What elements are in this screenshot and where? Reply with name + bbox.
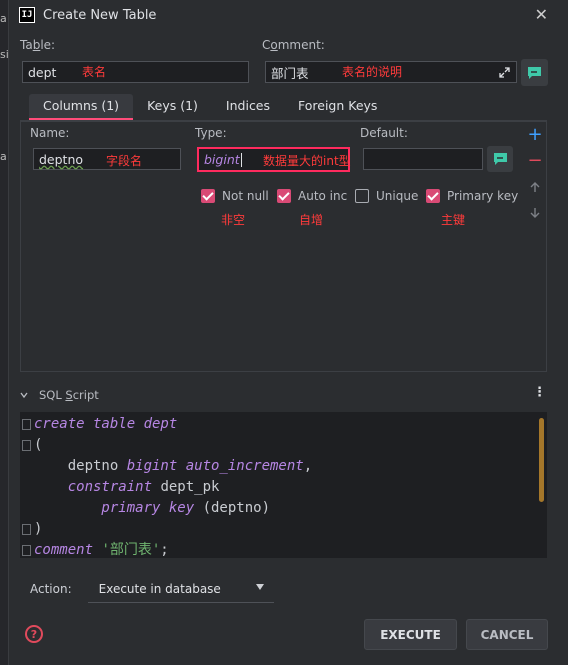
title-bar: IJ Create New Table ✕: [9, 0, 568, 30]
action-select-value: Execute in database: [98, 581, 221, 596]
dropdown-arrow-icon: [255, 584, 264, 590]
column-name-annotation: 字段名: [106, 154, 143, 168]
primary-key-checkbox[interactable]: Primary key: [426, 189, 518, 203]
unique-label: Unique: [376, 189, 419, 203]
create-table-dialog: IJ Create New Table ✕ Table: dept 表名 Com…: [9, 0, 568, 665]
comment-label: Comment:: [262, 38, 325, 52]
code-line: comment '部门表';: [20, 540, 547, 558]
sql-script-editor[interactable]: create table dept ( deptno bigint auto_i…: [20, 412, 547, 558]
not-null-annotation: 非空: [221, 213, 246, 227]
add-column-icon[interactable]: +: [527, 124, 543, 145]
checkbox-checked-icon: [277, 189, 291, 203]
default-value-input[interactable]: [363, 148, 483, 170]
action-row: Action: Execute in database: [30, 575, 274, 603]
edge-fragment: a: [0, 150, 7, 163]
not-null-label: Not null: [222, 189, 269, 203]
sql-script-header[interactable]: SQL Script: [20, 388, 99, 402]
close-icon[interactable]: ✕: [535, 5, 548, 24]
fold-marker-icon: [22, 524, 31, 535]
column-comment-button[interactable]: [487, 146, 513, 172]
tab-indices[interactable]: Indices: [212, 94, 284, 120]
comment-icon: [493, 153, 507, 165]
column-type-value: bigint: [204, 152, 240, 167]
move-up-icon[interactable]: [527, 178, 543, 197]
not-null-checkbox[interactable]: Not null: [201, 189, 269, 203]
comment-annotation: 表名的说明: [342, 65, 403, 79]
text-cursor: [240, 152, 242, 167]
dialog-title: Create New Table: [43, 7, 157, 23]
action-select[interactable]: Execute in database: [87, 575, 274, 603]
comment-edit-button[interactable]: [521, 59, 548, 86]
auto-inc-checkbox[interactable]: Auto inc: [277, 189, 347, 203]
editor-scrollbar[interactable]: [539, 418, 544, 502]
comment-icon: [528, 66, 541, 79]
help-icon[interactable]: ?: [25, 625, 43, 643]
comment-value: 部门表: [271, 65, 309, 81]
column-name-value: deptno: [39, 151, 84, 167]
code-line: constraint dept_pk: [34, 479, 220, 495]
execute-button[interactable]: EXECUTE: [364, 619, 457, 650]
code-line: deptno bigint auto_increment,: [34, 458, 313, 474]
code-line: primary key (deptno): [34, 500, 271, 516]
table-name-value: dept: [28, 64, 57, 80]
sql-script-label: SQL Script: [39, 388, 99, 402]
fold-marker-icon: [22, 440, 31, 451]
intellij-logo-icon: IJ: [19, 7, 35, 23]
name-label: Name:: [30, 126, 70, 140]
primary-key-annotation: 主键: [441, 213, 466, 227]
tab-keys[interactable]: Keys (1): [133, 94, 212, 120]
code-line: (: [20, 435, 547, 456]
action-label: Action:: [30, 582, 72, 596]
tab-foreign-keys[interactable]: Foreign Keys: [284, 94, 391, 120]
checkbox-checked-icon: [426, 189, 440, 203]
remove-column-icon[interactable]: −: [527, 150, 543, 171]
default-label: Default:: [360, 126, 408, 140]
checkbox-unchecked-icon: [355, 189, 369, 203]
cancel-button[interactable]: CANCEL: [466, 619, 548, 650]
code-line: ): [20, 519, 547, 540]
tab-bar: Columns (1) Keys (1) Indices Foreign Key…: [29, 94, 391, 120]
type-label: Type:: [195, 126, 227, 140]
move-down-icon[interactable]: [527, 204, 543, 223]
table-label: Table:: [20, 38, 56, 52]
edge-fragment: a: [0, 12, 7, 25]
fold-marker-icon: [22, 419, 31, 430]
tab-columns[interactable]: Columns (1): [29, 94, 134, 120]
primary-key-label: Primary key: [447, 189, 519, 203]
fold-marker-icon: [22, 545, 31, 556]
checkbox-checked-icon: [201, 189, 215, 203]
column-type-annotation: 数据量大的int型: [263, 154, 351, 168]
table-name-annotation: 表名: [82, 65, 107, 79]
chevron-down-icon: [20, 392, 28, 399]
table-name-input[interactable]: dept: [22, 61, 249, 83]
unique-checkbox[interactable]: Unique: [355, 189, 418, 203]
auto-inc-annotation: 自增: [299, 213, 324, 227]
more-options-icon[interactable]: ⋮: [533, 385, 546, 400]
columns-panel: Name: deptno 字段名 Type: bigint 数据量大的int型 …: [20, 120, 547, 372]
expand-icon[interactable]: [499, 67, 510, 78]
auto-inc-label: Auto inc: [298, 189, 348, 203]
code-line: create table dept: [20, 414, 547, 435]
background-window-edge: a si) a: [0, 0, 13, 665]
